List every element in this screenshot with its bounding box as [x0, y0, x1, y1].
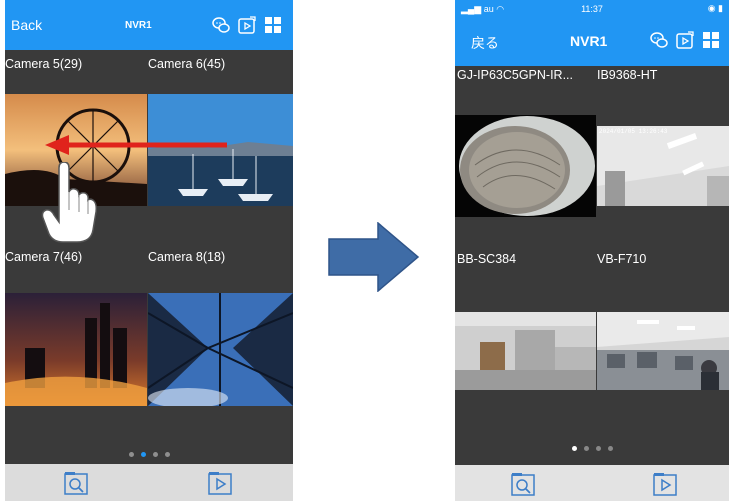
camera-label: GJ-IP63C5GPN-IR...: [457, 68, 573, 82]
playback-icon[interactable]: [237, 15, 257, 35]
search-icon[interactable]: [510, 471, 536, 497]
hand-pointer-icon: [41, 162, 97, 243]
playback-icon[interactable]: [652, 471, 678, 497]
chat-icon[interactable]: [211, 15, 231, 35]
timestamp-overlay: 2024/01/05 13:26:43: [599, 128, 668, 135]
camera-label: IB9368-HT: [597, 68, 658, 82]
header-actions: [649, 30, 721, 50]
bottom-toolbar: [5, 464, 293, 501]
status-time: 11:37: [581, 4, 603, 14]
page-title: NVR1: [125, 20, 152, 31]
header-actions: [211, 15, 283, 35]
page-dot[interactable]: [128, 452, 134, 457]
chat-icon[interactable]: [649, 30, 669, 50]
battery-icon: ◉ ▮: [707, 3, 723, 13]
left-phone-screen: Back NVR1 Camera 5(29) Camera 6(45) Came…: [5, 0, 293, 501]
camera-thumbnail[interactable]: [5, 293, 147, 406]
page-dot[interactable]: [583, 446, 589, 451]
bottom-toolbar: [455, 465, 729, 501]
arrow-right-icon: [328, 222, 420, 292]
status-bar: ▂▄▆ au ◠ 11:37 ◉ ▮: [455, 0, 729, 20]
camera-label: Camera 6(45): [148, 57, 226, 71]
header-bar: Back NVR1: [5, 0, 293, 50]
playback-icon[interactable]: [675, 30, 695, 50]
camera-thumbnail[interactable]: [148, 293, 293, 406]
header-bar: ▂▄▆ au ◠ 11:37 ◉ ▮ 戻る NVR1: [455, 0, 729, 66]
page-dot[interactable]: [595, 446, 601, 451]
page-indicator: [5, 452, 293, 457]
back-button[interactable]: 戻る: [471, 33, 499, 53]
page-dot[interactable]: [164, 452, 170, 457]
camera-thumbnail[interactable]: [455, 115, 596, 217]
camera-thumbnail[interactable]: [455, 312, 596, 390]
page-dot[interactable]: [152, 452, 158, 457]
page-dot-active[interactable]: [140, 452, 146, 457]
playback-icon[interactable]: [207, 470, 233, 496]
grid-layout-icon[interactable]: [701, 30, 721, 50]
camera-label: Camera 7(46): [5, 250, 83, 264]
camera-thumbnail[interactable]: 2024/01/05 13:26:43: [597, 126, 729, 206]
arrow-left-icon: [45, 135, 227, 155]
page-indicator: [455, 446, 729, 451]
page-title: NVR1: [570, 33, 608, 49]
right-phone-screen: ▂▄▆ au ◠ 11:37 ◉ ▮ 戻る NVR1 GJ-IP63C5GPN-…: [455, 0, 729, 501]
grid-layout-icon[interactable]: [263, 15, 283, 35]
camera-label: VB-F710: [597, 252, 647, 266]
camera-label: Camera 5(29): [5, 57, 83, 71]
page-dot-active[interactable]: [571, 446, 577, 451]
search-icon[interactable]: [63, 470, 89, 496]
camera-label: BB-SC384: [457, 252, 517, 266]
back-button[interactable]: Back: [11, 17, 42, 33]
camera-label: Camera 8(18): [148, 250, 226, 264]
camera-thumbnail[interactable]: [597, 312, 729, 390]
page-dot[interactable]: [607, 446, 613, 451]
